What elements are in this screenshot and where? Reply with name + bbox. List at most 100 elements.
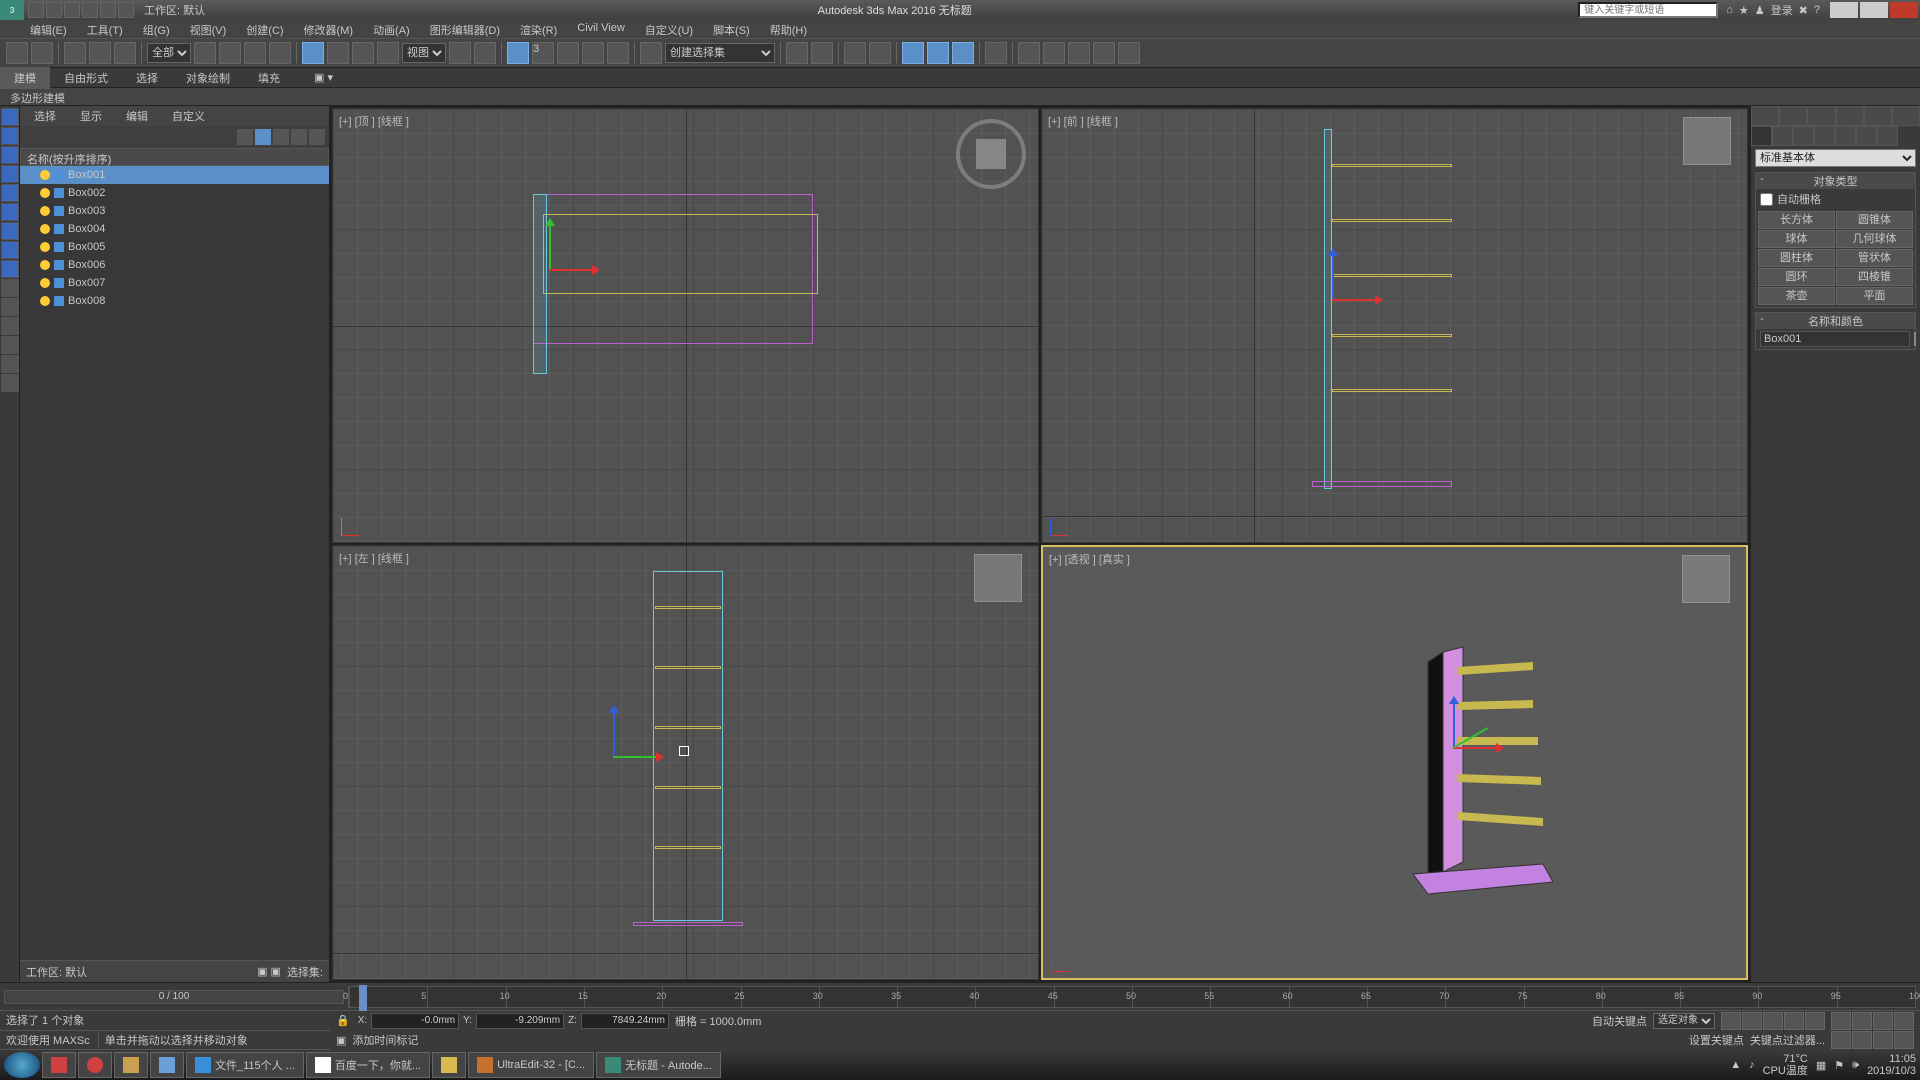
- help-search-input[interactable]: [1578, 2, 1718, 18]
- keymode-dropdown[interactable]: 选定对象: [1653, 1013, 1715, 1029]
- list-item[interactable]: Box001: [20, 166, 329, 184]
- qat-save-icon[interactable]: [64, 2, 80, 18]
- viewport-top[interactable]: [+] [顶 ] [线框 ]: [332, 108, 1039, 543]
- render-iterative-button[interactable]: [1093, 42, 1115, 64]
- visibility-icon[interactable]: [40, 278, 50, 288]
- qat-open-icon[interactable]: [46, 2, 62, 18]
- object-color-swatch[interactable]: [1914, 332, 1916, 346]
- viewcube[interactable]: [1682, 555, 1730, 603]
- timeline-playhead[interactable]: [359, 985, 367, 1011]
- percent-snap-button[interactable]: [557, 42, 579, 64]
- subcategory-dropdown[interactable]: 标准基本体: [1755, 149, 1916, 167]
- mirror-button[interactable]: [786, 42, 808, 64]
- prim-cylinder-button[interactable]: 圆柱体: [1758, 249, 1835, 267]
- window-crossing-button[interactable]: [269, 42, 291, 64]
- prev-frame-button[interactable]: [1742, 1012, 1762, 1030]
- prim-box-button[interactable]: 长方体: [1758, 211, 1835, 229]
- rotate-button[interactable]: [327, 42, 349, 64]
- workspace-dropdown[interactable]: 工作区: 默认: [138, 2, 211, 18]
- cat-cameras[interactable]: [1814, 126, 1835, 146]
- viewport-left[interactable]: [+] [左 ] [线框 ]: [332, 545, 1039, 980]
- coord-y-input[interactable]: [476, 1013, 564, 1029]
- start-button[interactable]: [4, 1052, 40, 1078]
- menu-edit[interactable]: 编辑(E): [20, 20, 77, 38]
- taskbar-app[interactable]: [114, 1052, 148, 1078]
- cmdtab-create[interactable]: [1751, 106, 1779, 126]
- ribbon-tab-freeform[interactable]: 自由形式: [50, 67, 122, 89]
- explorer-ic-8[interactable]: [1, 241, 19, 259]
- explorer-ic-12[interactable]: [1, 317, 19, 335]
- prim-tube-button[interactable]: 管状体: [1836, 249, 1913, 267]
- pivot-button[interactable]: [449, 42, 471, 64]
- explorer-ic-14[interactable]: [1, 355, 19, 373]
- explorer-tab-display[interactable]: 显示: [70, 106, 112, 126]
- nav-fov-button[interactable]: [1894, 1012, 1914, 1030]
- list-item[interactable]: Box002: [20, 184, 329, 202]
- layers-button[interactable]: [844, 42, 866, 64]
- explorer-search-icon[interactable]: [291, 129, 307, 145]
- qat-redo-icon[interactable]: [100, 2, 116, 18]
- timeline-ruler[interactable]: 0510152025303540455055606570758085909510…: [348, 986, 1916, 1008]
- login-label[interactable]: 登录: [1771, 2, 1793, 18]
- nav-zoomext-button[interactable]: [1873, 1012, 1893, 1030]
- prim-torus-button[interactable]: 圆环: [1758, 268, 1835, 286]
- frame-scrubber[interactable]: 0 / 100: [4, 990, 344, 1004]
- cmdtab-display[interactable]: [1864, 106, 1892, 126]
- tray-icon[interactable]: ⚑: [1834, 1059, 1844, 1072]
- autokey-button[interactable]: 自动关键点: [1592, 1013, 1647, 1029]
- explorer-filter-icon[interactable]: [309, 129, 325, 145]
- viewcube[interactable]: [974, 554, 1022, 602]
- nav-min-button[interactable]: [1894, 1031, 1914, 1049]
- menu-rendering[interactable]: 渲染(R): [510, 20, 567, 38]
- viewport-perspective[interactable]: [+] [透视 ] [真实 ]: [1041, 545, 1748, 980]
- material-editor-button[interactable]: [985, 42, 1007, 64]
- visibility-icon[interactable]: [40, 188, 50, 198]
- menu-create[interactable]: 创建(C): [236, 20, 293, 38]
- cat-spacewarps[interactable]: [1856, 126, 1877, 146]
- menu-modifiers[interactable]: 修改器(M): [294, 20, 364, 38]
- explorer-ic-6[interactable]: [1, 203, 19, 221]
- keyfilter-button[interactable]: 关键点过滤器...: [1750, 1032, 1825, 1048]
- list-item[interactable]: Box006: [20, 256, 329, 274]
- ribbon-panel-polymodel[interactable]: 多边形建模: [0, 88, 1920, 106]
- named-selection-dropdown[interactable]: 创建选择集: [665, 43, 775, 63]
- autogrid-checkbox[interactable]: [1760, 193, 1773, 206]
- tray-icon[interactable]: ▦: [1816, 1059, 1826, 1072]
- explorer-ic-11[interactable]: [1, 298, 19, 316]
- scene-explorer-button[interactable]: [869, 42, 891, 64]
- explorer-tab-select[interactable]: 选择: [24, 106, 66, 126]
- ribbon-tab-modeling[interactable]: 建模: [0, 67, 50, 89]
- region-rect-button[interactable]: [244, 42, 266, 64]
- play-button[interactable]: [1763, 1012, 1783, 1030]
- menu-view[interactable]: 视图(V): [180, 20, 237, 38]
- prim-geosphere-button[interactable]: 几何球体: [1836, 230, 1913, 248]
- menu-group[interactable]: 组(G): [133, 20, 180, 38]
- explorer-clear-icon[interactable]: [237, 129, 253, 145]
- explorer-ic-5[interactable]: [1, 184, 19, 202]
- explorer-tab-custom[interactable]: 自定义: [162, 106, 215, 126]
- tray-icon[interactable]: ♪: [1749, 1059, 1755, 1071]
- redo-button[interactable]: [31, 42, 53, 64]
- angle-snap-button[interactable]: 3: [532, 42, 554, 64]
- spinner-snap-button[interactable]: [582, 42, 604, 64]
- menu-customize[interactable]: 自定义(U): [635, 20, 703, 38]
- named-sel-edit-button[interactable]: [640, 42, 662, 64]
- bind-button[interactable]: [114, 42, 136, 64]
- infocenter-icon[interactable]: ⌂: [1726, 4, 1733, 16]
- nav-walk-button[interactable]: [1852, 1031, 1872, 1049]
- visibility-icon[interactable]: [40, 260, 50, 270]
- menu-script[interactable]: 脚本(S): [703, 20, 760, 38]
- menu-grapheditors[interactable]: 图形编辑器(D): [420, 20, 510, 38]
- list-item[interactable]: Box003: [20, 202, 329, 220]
- taskbar-app[interactable]: UltraEdit-32 - [C...: [468, 1052, 594, 1078]
- cmdtab-motion[interactable]: [1836, 106, 1864, 126]
- goto-end-button[interactable]: [1805, 1012, 1825, 1030]
- manip-button[interactable]: [474, 42, 496, 64]
- explorer-ic-10[interactable]: [1, 279, 19, 297]
- explorer-ic-3[interactable]: [1, 146, 19, 164]
- minimize-button[interactable]: [1830, 2, 1858, 18]
- visibility-icon[interactable]: [40, 224, 50, 234]
- refcoord-dropdown[interactable]: 视图: [402, 43, 446, 63]
- exchange-icon[interactable]: ✖: [1799, 4, 1808, 17]
- prim-pyramid-button[interactable]: 四棱锥: [1836, 268, 1913, 286]
